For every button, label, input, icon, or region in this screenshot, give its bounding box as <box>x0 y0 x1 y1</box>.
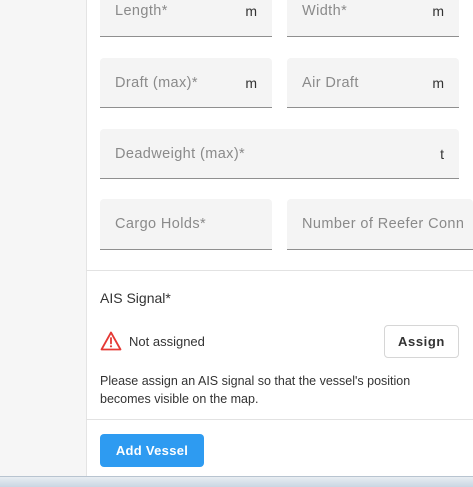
width-label: Width* <box>302 3 348 19</box>
deadweight-field[interactable]: Deadweight (max)* t <box>100 129 459 179</box>
cargo-holds-label: Cargo Holds* <box>115 216 207 232</box>
ais-help-text: Please assign an AIS signal so that the … <box>100 374 411 406</box>
ais-signal-title: AIS Signal* <box>100 290 171 306</box>
length-label: Length* <box>115 3 168 19</box>
reefer-connections-label: Number of Reefer Conn <box>302 216 465 232</box>
add-vessel-button[interactable]: Add Vessel <box>100 434 204 467</box>
draft-unit: m <box>245 74 257 91</box>
reefer-connections-field[interactable]: Number of Reefer Conn <box>287 199 473 250</box>
deadweight-label: Deadweight (max)* <box>115 145 246 162</box>
cargo-holds-field[interactable]: Cargo Holds* <box>100 199 272 250</box>
draft-field[interactable]: Draft (max)* m <box>100 58 272 108</box>
air-draft-label: Air Draft <box>302 74 359 91</box>
draft-label: Draft (max)* <box>115 74 198 91</box>
section-divider <box>86 270 473 271</box>
length-field[interactable]: Length* m <box>100 0 272 37</box>
warning-icon <box>100 331 122 351</box>
deadweight-unit: t <box>440 145 444 162</box>
assign-button[interactable]: Assign <box>384 325 459 358</box>
left-panel <box>0 0 87 476</box>
footer-divider <box>86 419 473 420</box>
width-unit: m <box>432 3 444 19</box>
ais-status-text: Not assigned <box>129 334 205 349</box>
length-unit: m <box>245 3 257 19</box>
air-draft-field[interactable]: Air Draft m <box>287 58 459 108</box>
air-draft-unit: m <box>432 74 444 91</box>
window-bottom-edge <box>0 476 473 487</box>
width-field[interactable]: Width* m <box>287 0 459 37</box>
